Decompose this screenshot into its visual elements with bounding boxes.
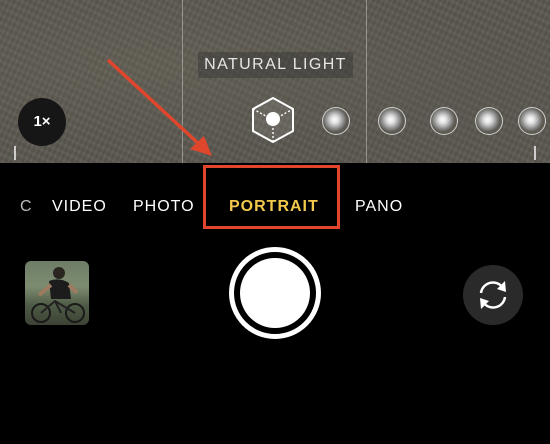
mode-video[interactable]: VIDEO <box>52 190 107 224</box>
grid-line <box>366 0 367 163</box>
high-key-light-mono-icon[interactable] <box>518 107 546 135</box>
shutter-button[interactable] <box>229 247 321 339</box>
mode-partial[interactable]: C <box>20 190 33 224</box>
focus-corner <box>0 146 16 160</box>
mode-pano[interactable]: PANO <box>355 190 403 224</box>
shutter-inner <box>240 258 310 328</box>
annotation-highlight-box <box>203 165 340 229</box>
zoom-button[interactable]: 1× <box>18 98 66 146</box>
stage-light-mono-icon[interactable] <box>475 107 503 135</box>
camera-viewfinder[interactable]: NATURAL LIGHT 1× <box>0 0 550 163</box>
camera-flip-button[interactable] <box>463 265 523 325</box>
natural-light-icon[interactable] <box>251 96 295 144</box>
lighting-label: NATURAL LIGHT <box>198 52 353 78</box>
mode-photo[interactable]: PHOTO <box>133 190 195 224</box>
focus-corner <box>534 146 550 160</box>
contour-light-icon[interactable] <box>378 107 406 135</box>
stage-light-icon[interactable] <box>430 107 458 135</box>
camera-flip-icon <box>479 281 507 309</box>
studio-light-icon[interactable] <box>322 107 350 135</box>
last-photo-thumbnail[interactable] <box>25 261 89 325</box>
grid-line <box>182 0 183 163</box>
